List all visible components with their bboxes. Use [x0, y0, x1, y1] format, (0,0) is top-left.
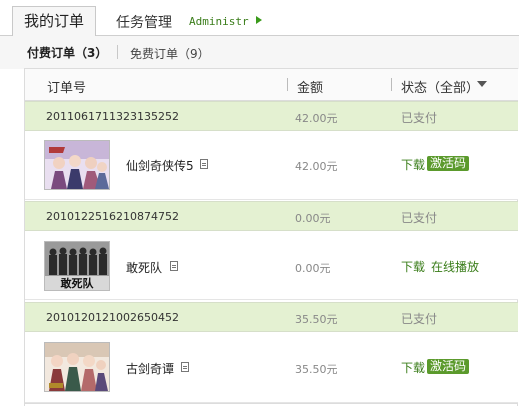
table-border-bottom [25, 403, 518, 404]
product-name[interactable]: 仙剑奇侠传5 [126, 157, 194, 174]
activation-code-button[interactable]: 激活码 [427, 156, 470, 171]
tab-task-manage[interactable]: 任务管理 [116, 12, 172, 32]
product-thumbnail[interactable] [44, 342, 110, 392]
product-thumbnail[interactable]: 敢死队 [44, 241, 110, 291]
order-amount: 0.00元 [295, 212, 331, 225]
column-status-filter[interactable]: 状态（全部） [401, 77, 479, 96]
tab-admin[interactable]: Administr [189, 15, 249, 28]
product-name[interactable]: 古剑奇谭 [126, 360, 174, 377]
movie-thumbnail-caption: 敢死队 [61, 276, 95, 290]
order-status: 已支付 [401, 111, 438, 125]
product-thumbnail[interactable] [44, 140, 110, 190]
download-link[interactable]: 下载 [401, 156, 425, 173]
order-id: 2011061711323135252 [46, 110, 179, 123]
product-name[interactable]: 敢死队 [126, 259, 162, 276]
download-link[interactable]: 下载 [401, 258, 425, 275]
document-icon[interactable] [170, 261, 178, 271]
filter-free-orders[interactable]: 免费订单（9） [130, 45, 210, 62]
order-id: 2010122516210874752 [46, 210, 179, 223]
download-link[interactable]: 下载 [401, 359, 425, 376]
column-order-no: 订单号 [47, 81, 87, 96]
product-amount: 0.00元 [295, 262, 331, 275]
filter-paid-orders[interactable]: 付费订单（3） [27, 44, 107, 61]
filter-divider [117, 45, 118, 59]
product-amount: 42.00元 [295, 160, 338, 173]
order-id: 2010120121002650452 [46, 311, 179, 324]
column-divider [287, 78, 288, 91]
order-status: 已支付 [401, 312, 438, 326]
order-amount: 35.50元 [295, 313, 338, 326]
order-amount: 42.00元 [295, 112, 338, 125]
play-arrow-icon[interactable] [256, 16, 262, 24]
document-icon[interactable] [181, 362, 189, 372]
tab-my-orders[interactable]: 我的订单 [12, 6, 96, 37]
order-status: 已支付 [401, 211, 438, 225]
play-online-link[interactable]: 在线播放 [431, 258, 479, 275]
column-divider [391, 78, 392, 91]
product-amount: 35.50元 [295, 363, 338, 376]
activation-code-button[interactable]: 激活码 [427, 359, 470, 374]
dropdown-arrow-icon[interactable] [477, 81, 487, 87]
column-amount: 金额 [297, 81, 324, 96]
document-icon[interactable] [200, 159, 208, 169]
